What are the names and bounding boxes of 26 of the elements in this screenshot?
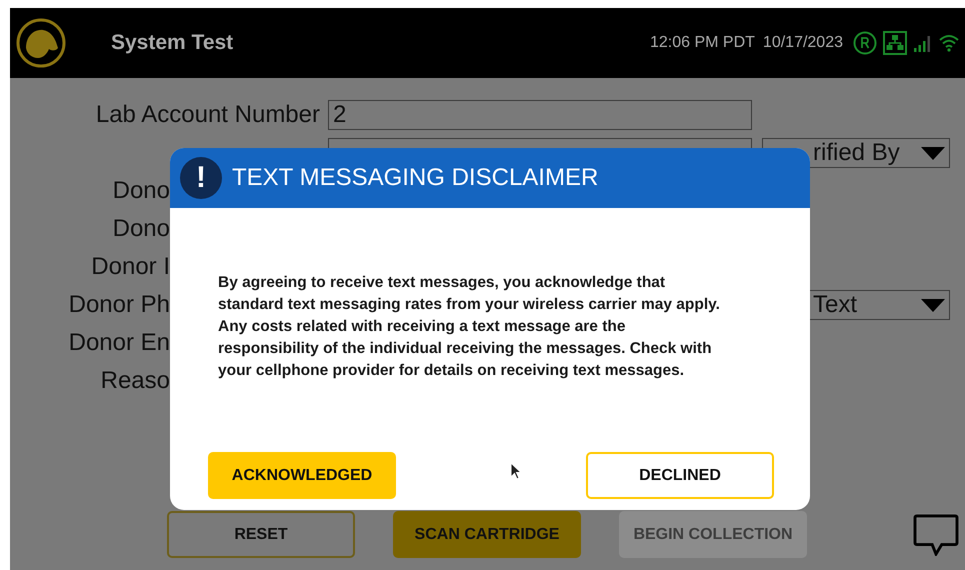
exclamation-icon: ! bbox=[180, 157, 222, 199]
input-field[interactable]: 2 bbox=[328, 100, 752, 130]
action-button[interactable]: SCAN CARTRIDGE bbox=[393, 511, 581, 558]
mouse-pointer-icon bbox=[510, 462, 522, 480]
dialog-button[interactable]: ACKNOWLEDGED bbox=[208, 452, 396, 499]
field-label: Donor I bbox=[90, 253, 170, 281]
disclaimer-text: By agreeing to receive text messages, you acknowledge that standard text messaging rates from your wireless carrier may apply. Any costs related with receiving a text message are the responsibility of the individual receiving the messages. Check with your cellphone provider for details on receiving text messages. bbox=[218, 273, 721, 381]
field-label: Lab Account Number bbox=[94, 101, 320, 129]
field-label: Donor En bbox=[68, 329, 170, 357]
caret-icon bbox=[921, 298, 945, 312]
chat-bubble-icon[interactable] bbox=[913, 514, 959, 556]
wifi-icon bbox=[939, 33, 959, 53]
field-label: Dono bbox=[112, 215, 170, 243]
date-text: 10/17/2023 bbox=[762, 34, 843, 52]
registered-circle-icon bbox=[853, 31, 877, 55]
field-label: Donor Ph bbox=[68, 291, 170, 319]
dialog-title: TEXT MESSAGING DISCLAIMER bbox=[232, 164, 598, 192]
dialog-button[interactable]: DECLINED bbox=[586, 452, 774, 499]
field-label: Dono bbox=[112, 177, 170, 205]
action-button[interactable]: RESET bbox=[167, 511, 355, 558]
time-text: 12:06 PM PDT bbox=[650, 34, 755, 52]
field-label: Reaso bbox=[100, 367, 170, 395]
signal-bars-icon bbox=[913, 33, 933, 53]
caret-icon bbox=[921, 146, 945, 160]
network-icon bbox=[883, 31, 907, 55]
app-title: System Test bbox=[111, 31, 234, 55]
